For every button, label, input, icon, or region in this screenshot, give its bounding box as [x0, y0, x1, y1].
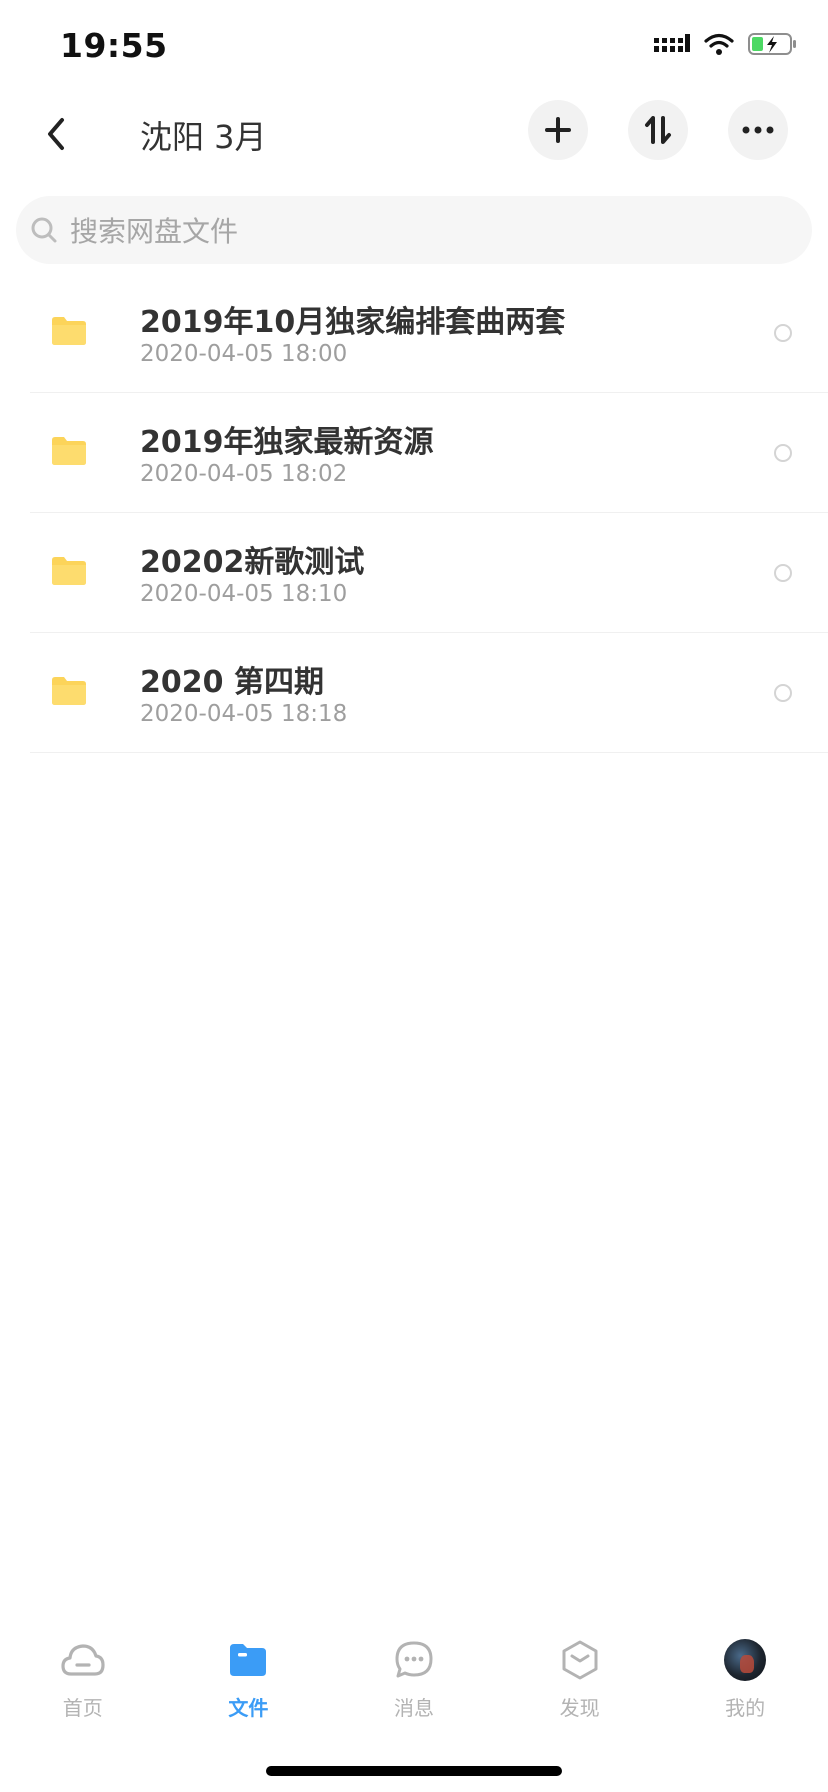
file-date: 2020-04-05 18:10 [140, 581, 348, 607]
more-button[interactable] [728, 100, 788, 160]
folder-icon [224, 1636, 272, 1684]
add-button[interactable] [528, 100, 588, 160]
file-date: 2020-04-05 18:18 [140, 701, 348, 727]
list-item[interactable]: 2019年独家最新资源 2020-04-05 18:02 [30, 393, 828, 513]
select-radio[interactable] [774, 684, 792, 702]
tab-label: 我的 [725, 1696, 766, 1720]
select-radio[interactable] [774, 324, 792, 342]
tab-label: 首页 [62, 1696, 103, 1720]
tab-me[interactable]: 我的 [662, 1618, 828, 1728]
home-indicator[interactable] [266, 1766, 562, 1776]
file-date: 2020-04-05 18:02 [140, 461, 348, 487]
tab-label: 发现 [559, 1696, 600, 1720]
status-icons [654, 32, 798, 56]
file-name: 2019年独家最新资源 [140, 425, 434, 460]
hexagon-icon [556, 1636, 604, 1684]
plus-icon [545, 117, 571, 143]
avatar [721, 1636, 769, 1684]
page-title: 沈阳 3月 [140, 118, 267, 156]
chat-bubble-icon [390, 1636, 438, 1684]
search-input[interactable] [68, 196, 772, 266]
chevron-left-icon [48, 118, 64, 150]
sort-button[interactable] [628, 100, 688, 160]
folder-icon [52, 437, 86, 465]
search-bar[interactable] [16, 196, 812, 266]
more-dots-icon [742, 126, 774, 134]
folder-icon [52, 677, 86, 705]
tab-bar: 首页 文件 消息 发现 我的 [0, 1618, 828, 1728]
tab-label: 消息 [393, 1696, 434, 1720]
back-button[interactable] [28, 106, 84, 162]
tab-discover[interactable]: 发现 [497, 1618, 663, 1728]
file-name: 2019年10月独家编排套曲两套 [140, 305, 566, 340]
folder-icon [52, 317, 86, 345]
file-date: 2020-04-05 18:00 [140, 341, 348, 367]
avatar-image [724, 1639, 767, 1681]
list-item[interactable]: 2019年10月独家编排套曲两套 2020-04-05 18:00 [30, 273, 828, 393]
cellular-signal-icon [654, 34, 690, 52]
tab-label: 文件 [228, 1696, 269, 1720]
wifi-icon [704, 33, 734, 55]
status-time: 19:55 [60, 26, 168, 65]
list-item[interactable]: 2020 第四期 2020-04-05 18:18 [30, 633, 828, 753]
folder-icon [52, 557, 86, 585]
status-bar: 19:55 [0, 0, 828, 100]
tab-messages[interactable]: 消息 [331, 1618, 497, 1728]
search-icon [31, 217, 57, 243]
list-item[interactable]: 20202新歌测试 2020-04-05 18:10 [30, 513, 828, 633]
select-radio[interactable] [774, 564, 792, 582]
select-radio[interactable] [774, 444, 792, 462]
sort-arrows-icon [645, 116, 671, 144]
file-name: 20202新歌测试 [140, 545, 365, 580]
tab-files[interactable]: 文件 [166, 1618, 332, 1728]
file-list: 2019年10月独家编排套曲两套 2020-04-05 18:00 2019年独… [0, 273, 828, 753]
tab-home[interactable]: 首页 [0, 1618, 166, 1728]
cloud-icon [59, 1636, 107, 1684]
header: 沈阳 3月 [0, 96, 828, 174]
file-name: 2020 第四期 [140, 665, 324, 700]
battery-icon [748, 33, 796, 55]
